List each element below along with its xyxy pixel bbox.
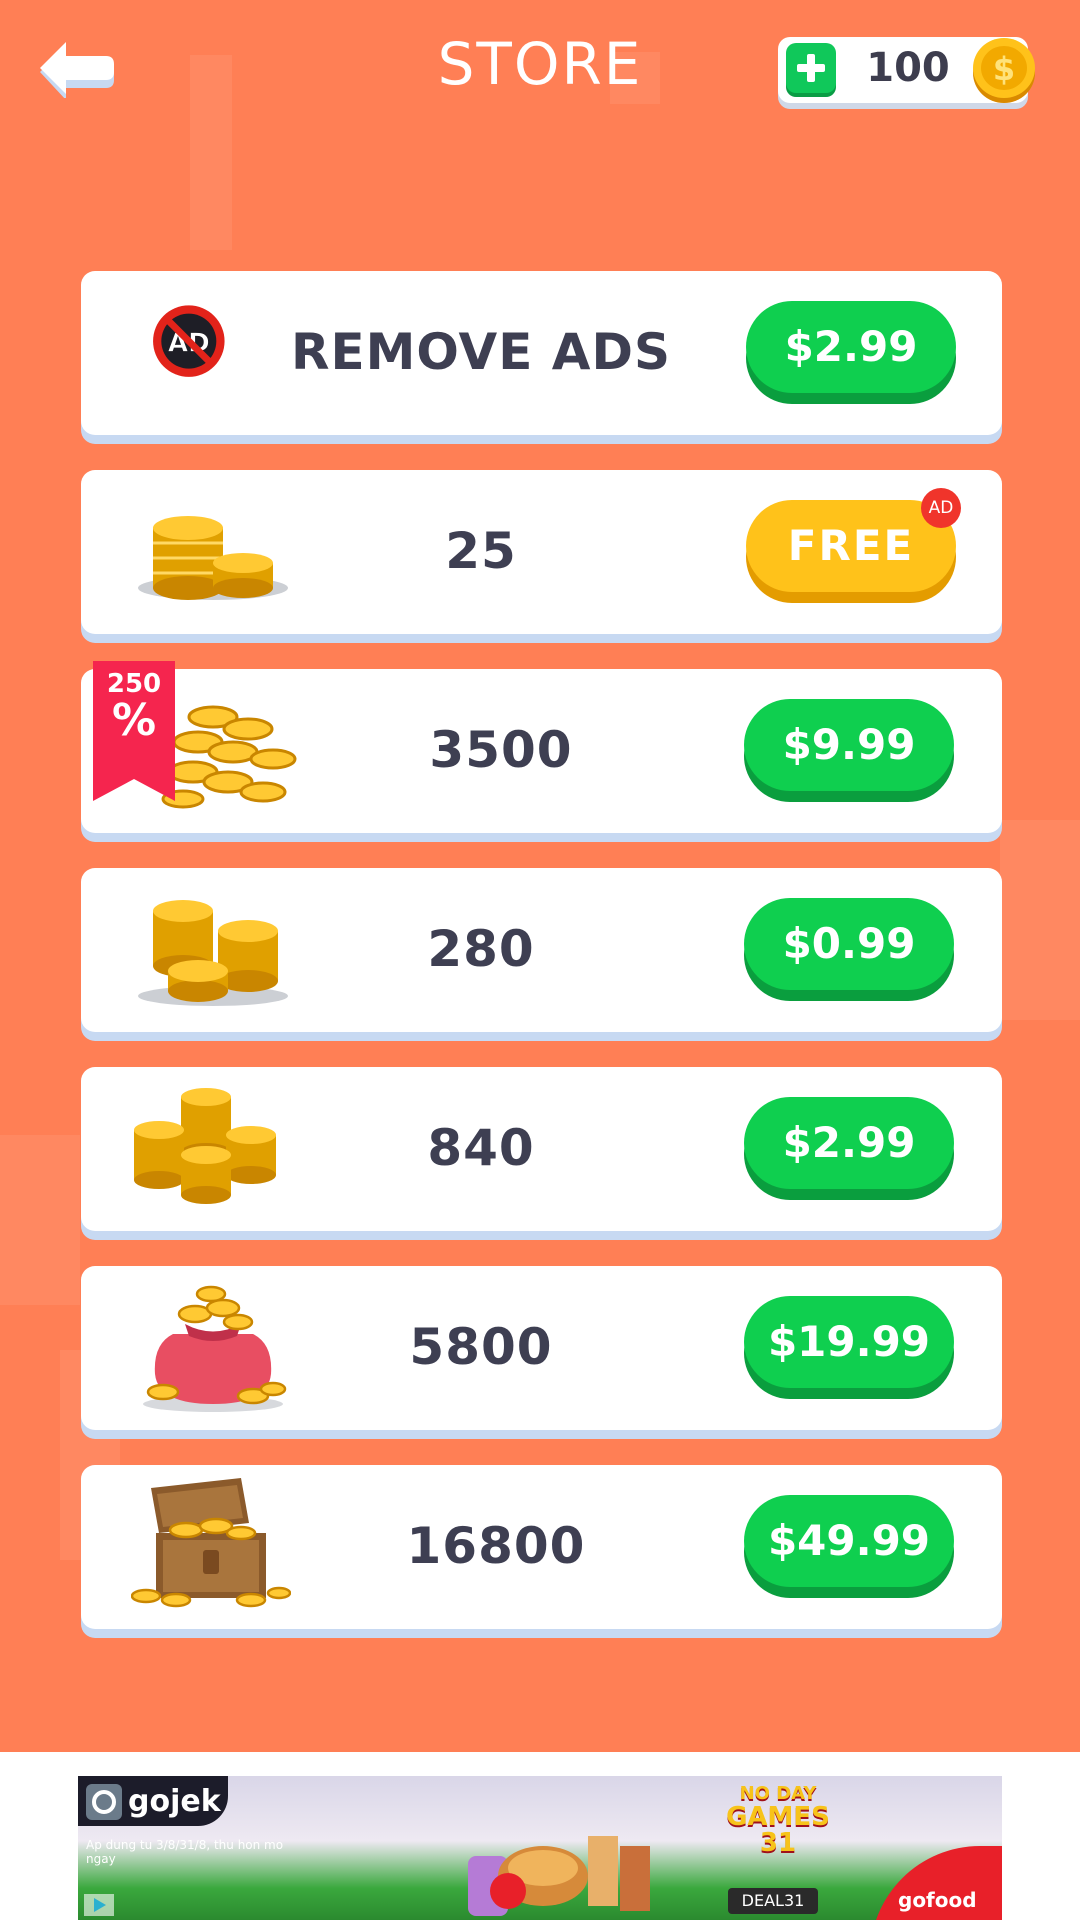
item-label: 3500 xyxy=(429,721,573,779)
treasure-chest-icon xyxy=(131,1478,291,1608)
background-decoration xyxy=(0,1135,80,1305)
coin-balance: 100 xyxy=(866,45,950,91)
plus-icon-vertical xyxy=(807,54,815,82)
remove-ads-icon: AD xyxy=(153,305,225,377)
store-item-840-coins: 840 $2.99 xyxy=(81,1067,1002,1231)
banner-headline: NO DAY GAMES 31 xyxy=(698,1783,858,1858)
buy-840-coins-button[interactable]: $2.99 xyxy=(744,1097,954,1189)
item-label: 16800 xyxy=(406,1517,586,1575)
bonus-ribbon-text: 250 % xyxy=(93,669,175,743)
banner-brand: gofood xyxy=(898,1888,977,1912)
item-label: 280 xyxy=(427,920,535,978)
add-coins-button[interactable] xyxy=(786,43,836,93)
coin-stack-icon xyxy=(138,516,288,600)
item-label: 5800 xyxy=(409,1318,553,1376)
buy-16800-coins-button[interactable]: $49.99 xyxy=(744,1495,954,1587)
coin-bag-icon xyxy=(143,1285,287,1412)
banner-brand-logo: gojek xyxy=(128,1784,221,1819)
item-label: 25 xyxy=(445,522,517,580)
buy-5800-coins-button[interactable]: $19.99 xyxy=(744,1296,954,1388)
ad-badge: AD xyxy=(921,488,961,528)
gojek-logo-icon xyxy=(86,1784,122,1820)
banner-headline-line2: GAMES xyxy=(726,1802,830,1832)
coin-stacks-large-icon xyxy=(134,1088,276,1204)
item-label: REMOVE ADS xyxy=(290,323,672,381)
coin-wallet: 100 $ xyxy=(778,37,1035,103)
bonus-percent-sign: % xyxy=(111,695,157,746)
store-item-3500-coins: 250 % 3500 $9.99 xyxy=(81,661,1002,833)
store-item-remove-ads: AD REMOVE ADS $2.99 xyxy=(81,271,1002,435)
banner-headline-line3: 31 xyxy=(759,1828,797,1858)
coin-stacks-icon xyxy=(138,900,288,1006)
store-item-25-coins: 25 FREE AD xyxy=(81,470,1002,634)
ad-choices-icon[interactable] xyxy=(84,1894,114,1916)
svg-text:$: $ xyxy=(993,50,1015,88)
banner-headline-line1: NO DAY xyxy=(739,1783,817,1804)
background-decoration xyxy=(1000,820,1080,1020)
ad-banner[interactable]: gojek Ap dung tu 3/8/31/8, thu hon mo ng… xyxy=(78,1776,1002,1920)
buy-280-coins-button[interactable]: $0.99 xyxy=(744,898,954,990)
banner-subtext: Ap dung tu 3/8/31/8, thu hon mo ngay xyxy=(86,1838,284,1866)
ad-banner-area: gojek Ap dung tu 3/8/31/8, thu hon mo ng… xyxy=(0,1752,1080,1920)
coin-icon: $ xyxy=(973,38,1035,103)
buy-3500-coins-button[interactable]: $9.99 xyxy=(744,699,954,791)
store-item-5800-coins: 5800 $19.99 xyxy=(81,1266,1002,1430)
banner-promo-code: DEAL31 xyxy=(728,1888,818,1914)
store-item-280-coins: 280 $0.99 xyxy=(81,868,1002,1032)
buy-remove-ads-button[interactable]: $2.99 xyxy=(746,301,956,393)
top-bar: STORE 100 $ xyxy=(0,0,1080,150)
food-illustration-icon xyxy=(468,1836,650,1916)
item-label: 840 xyxy=(427,1119,535,1177)
store-item-16800-coins: 16800 $49.99 xyxy=(81,1465,1002,1629)
coin-pile-icon xyxy=(161,705,297,809)
